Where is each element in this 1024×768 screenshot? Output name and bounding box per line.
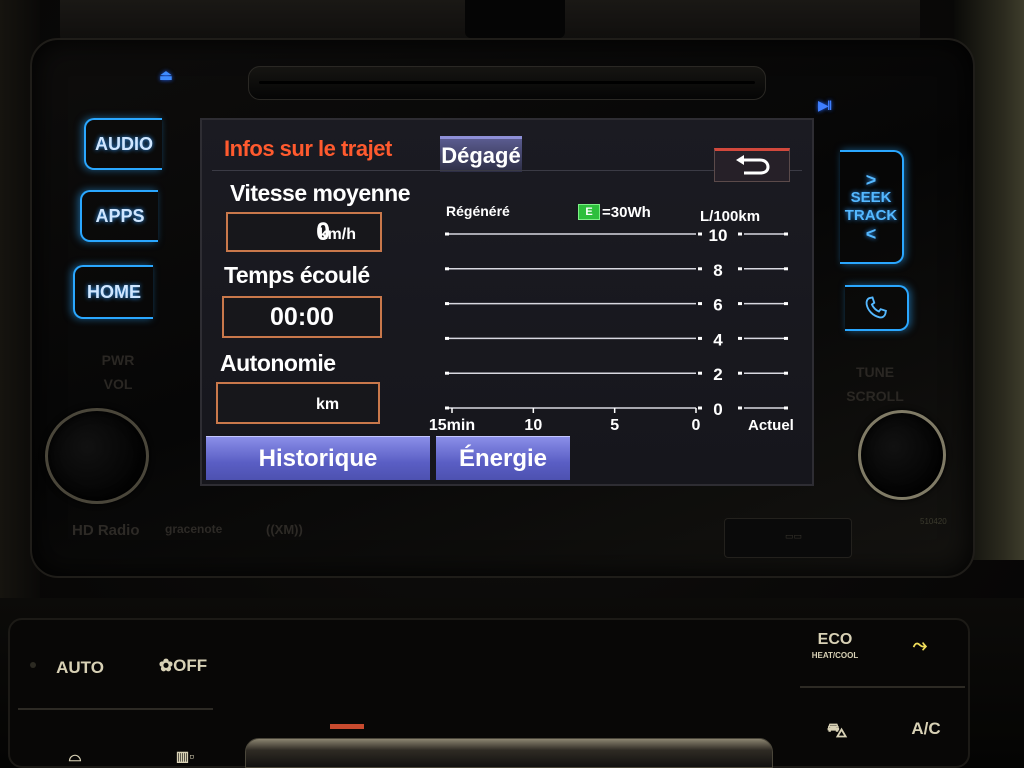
phone-icon	[865, 296, 887, 319]
x-tick-label: 10	[524, 417, 542, 434]
y-tick-label: 4	[713, 330, 723, 349]
eject-icon[interactable]: ⏏	[156, 66, 176, 84]
car-dashboard: ⏏ ▶II AUDIO APPS HOME > SEEK TRACK < PWR…	[0, 0, 1024, 768]
gridline-cap	[445, 336, 449, 340]
current-gridline-cap	[738, 371, 742, 375]
gridline-cap	[445, 267, 449, 271]
auto-button[interactable]: AUTO	[48, 652, 112, 684]
auto-indicator-led	[30, 662, 36, 668]
ac-button[interactable]: A/C	[906, 714, 946, 744]
temp-indicator-led	[330, 724, 364, 729]
gridline-cap	[698, 267, 702, 271]
model-code: 510420	[920, 517, 947, 526]
y-tick-label: 0	[713, 400, 722, 419]
climate-divider-right	[800, 686, 965, 688]
chevron-left-icon: <	[865, 224, 877, 244]
current-gridline-cap	[784, 302, 788, 306]
legend-energy-icon: E	[578, 204, 600, 220]
y-tick-label: 8	[713, 261, 722, 280]
current-gridline-cap	[738, 267, 742, 271]
tune-scroll-knob[interactable]	[858, 410, 946, 500]
current-gridline-cap	[784, 406, 788, 410]
current-label: Actuel	[748, 417, 794, 434]
rear-defrost-icon: ▥▫	[175, 747, 195, 764]
gridline-cap	[698, 371, 702, 375]
regen-label: Régénéré	[446, 203, 510, 219]
legend-text: =30Wh	[602, 204, 651, 221]
home-button[interactable]: HOME	[73, 265, 153, 319]
xm-logo: ((XM))	[266, 522, 303, 537]
seek-label: SEEK	[850, 189, 892, 206]
y-tick-label: 10	[709, 226, 728, 245]
seek-track-button[interactable]: > SEEK TRACK <	[840, 150, 904, 264]
media-slot-logo: ▭▭	[785, 531, 803, 541]
cd-slot	[248, 66, 766, 100]
scroll-text: SCROLL	[846, 388, 904, 404]
current-gridline-cap	[784, 267, 788, 271]
x-tick-label: 0	[692, 417, 701, 434]
fuel-consumption-chart: Régénéré =30Wh L/100km Actuel 10 8 6 4 2 0 15m…	[429, 203, 794, 434]
x-tick-label: 15min	[429, 417, 475, 434]
front-defrost-icon: ⌓	[68, 748, 82, 765]
pwr-text: PWR	[101, 352, 135, 368]
top-vent	[465, 0, 565, 38]
gridline-cap	[445, 406, 449, 410]
recirculate-icon: ⛍	[826, 719, 848, 742]
current-gridline-cap	[784, 371, 788, 375]
gridline-cap	[698, 302, 702, 306]
climate-divider-left	[18, 708, 213, 710]
gridline-cap	[698, 336, 702, 340]
eco-heat-cool-button[interactable]: ECO HEAT/COOL	[800, 628, 870, 668]
eco-label: ECO	[817, 631, 853, 648]
y-tick-label: 6	[713, 296, 722, 315]
apps-button[interactable]: APPS	[80, 190, 158, 242]
gridline-cap	[698, 406, 702, 410]
hd-radio-logo: HD Radio	[72, 522, 140, 539]
gridline-cap	[445, 371, 449, 375]
eco-sub-label: HEAT/COOL	[811, 651, 859, 660]
current-gridline-cap	[738, 302, 742, 306]
tune-text: TUNE	[855, 364, 895, 380]
y-axis-label: L/100km	[700, 208, 760, 225]
rear-defrost-button[interactable]: ▥▫	[160, 743, 210, 768]
seat-vent-button[interactable]: ⤳	[900, 630, 940, 660]
infotainment-screen: Infos sur le trajet Dégagé Vitesse moyen…	[200, 118, 814, 486]
tune-scroll-label: TUNE SCROLL	[845, 360, 905, 408]
fan-off-label: OFF	[173, 656, 208, 675]
vol-text: VOL	[103, 376, 133, 392]
current-gridline-cap	[738, 336, 742, 340]
y-tick-label: 2	[713, 365, 722, 384]
gracenote-logo: gracenote	[165, 522, 223, 536]
phone-button[interactable]	[845, 285, 909, 331]
current-gridline-cap	[738, 232, 742, 236]
x-tick-label: 5	[610, 417, 619, 434]
temperature-slider[interactable]	[245, 738, 773, 768]
fan-icon: ✿	[158, 656, 174, 675]
fan-off-button[interactable]: ✿ OFF	[148, 650, 218, 682]
pwr-vol-label: PWR VOL	[98, 348, 138, 396]
track-label: TRACK	[844, 207, 898, 224]
chevron-right-icon: >	[865, 170, 877, 190]
play-pause-icon[interactable]: ▶II	[818, 97, 844, 115]
current-gridline-cap	[784, 232, 788, 236]
media-slot[interactable]: ▭▭	[724, 518, 852, 558]
front-defrost-button[interactable]: ⌓	[60, 745, 90, 768]
seat-vent-icon: ⤳	[912, 634, 928, 655]
gridline-cap	[445, 302, 449, 306]
recirculate-button[interactable]: ⛍	[815, 718, 859, 746]
current-gridline-cap	[784, 336, 788, 340]
power-volume-knob[interactable]	[45, 408, 149, 504]
audio-button[interactable]: AUDIO	[84, 118, 162, 170]
gridline-cap	[698, 232, 702, 236]
gridline-cap	[445, 232, 449, 236]
current-gridline-cap	[738, 406, 742, 410]
